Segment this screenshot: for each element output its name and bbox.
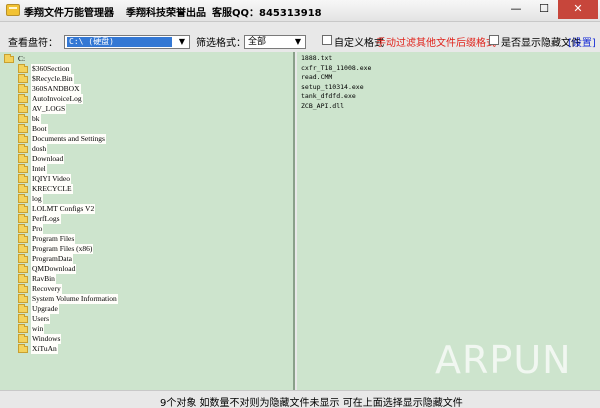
drive-select-value: C:\ (硬盘) [67, 37, 172, 47]
folder-icon [18, 314, 28, 323]
maximize-button[interactable]: ☐ [530, 0, 558, 19]
file-list: 1888.txt cxfr_T18_11008.exe read.CMM set… [301, 54, 371, 111]
tree-item-label: 360SANDBOX [31, 84, 81, 94]
watermark-logo: ARPUN [435, 338, 572, 382]
folder-icon [18, 194, 28, 203]
minimize-button[interactable]: — [502, 0, 530, 19]
folder-icon [18, 294, 28, 303]
tree-item-label: bk [31, 114, 41, 124]
folder-icon [18, 344, 28, 353]
tree-item-label: ProgramData [31, 254, 73, 264]
folder-icon [18, 164, 28, 173]
tree-item-label: Recovery [31, 284, 62, 294]
custom-format-checkbox[interactable] [322, 35, 332, 45]
toolbar: 查看盘符： C:\ (硬盘) ▼ 筛选格式： 全部 ▼ 自定义格式 手动过滤其他… [0, 22, 600, 52]
folder-icon [18, 114, 28, 123]
folder-icon [18, 274, 28, 283]
settings-link[interactable]: [设置] [568, 34, 596, 49]
tree-item-label: win [31, 324, 45, 334]
file-item[interactable]: cxfr_T18_11008.exe [301, 64, 371, 74]
tree-item-label: Program Files [31, 234, 76, 244]
tree-item-label: AV_LOGS [31, 104, 67, 114]
folder-icon [18, 134, 28, 143]
folder-icon [18, 204, 28, 213]
folder-icon [18, 284, 28, 293]
file-list-panel[interactable]: 1888.txt cxfr_T18_11008.exe read.CMM set… [297, 52, 600, 390]
tree-item-label: AutoInvoiceLog [31, 94, 83, 104]
tree-root-label: C: [18, 54, 26, 63]
file-item[interactable]: tank_dfdfd.exe [301, 92, 371, 102]
folder-icon [18, 174, 28, 183]
folder-icon [18, 224, 28, 233]
status-text: 9个对象 如数量不对则为隐藏文件未显示 可在上面选择显示隐藏文件 [160, 398, 463, 408]
folder-icon [18, 244, 28, 253]
folder-icon [18, 154, 28, 163]
window-title: 季翔文件万能管理器 [24, 8, 114, 19]
filter-select[interactable]: 全部 ▼ [244, 35, 306, 49]
tree-item-label: Documents and Settings [31, 134, 106, 144]
folder-icon [4, 54, 14, 63]
folder-icon [18, 334, 28, 343]
drive-select[interactable]: C:\ (硬盘) ▼ [64, 35, 190, 49]
file-item[interactable]: read.CMM [301, 73, 371, 83]
folder-icon [18, 234, 28, 243]
folder-icon [18, 144, 28, 153]
tree-item-label: Upgrade [31, 304, 59, 314]
show-hidden-checkbox[interactable] [489, 35, 499, 45]
tree-item-label: KRECYCLE [31, 184, 73, 194]
tree-item-label: XiTuAn [31, 344, 58, 354]
folder-icon [18, 214, 28, 223]
close-button[interactable]: ✕ [558, 0, 598, 19]
filter-select-value: 全部 [248, 37, 267, 47]
tree-item-label: Windows [31, 334, 62, 344]
tree-item-label: LOLMT Configs V2 [31, 204, 96, 214]
tree-item-label: System Volume Information [31, 294, 118, 304]
file-item[interactable]: ZCB_API.dll [301, 102, 371, 112]
tree-item-label: $360Section [31, 64, 71, 74]
tree-item-label: Download [31, 154, 65, 164]
chevron-down-icon: ▼ [178, 37, 186, 46]
folder-icon [18, 74, 28, 83]
tree-item-label: Intel [31, 164, 47, 174]
folder-icon [18, 124, 28, 133]
chevron-down-icon: ▼ [294, 37, 302, 46]
status-bar: 9个对象 如数量不对则为隐藏文件未显示 可在上面选择显示隐藏文件 [0, 390, 600, 408]
folder-icon [18, 94, 28, 103]
file-item[interactable]: 1888.txt [301, 54, 371, 64]
file-item[interactable]: setup_t10314.exe [301, 83, 371, 93]
drive-label: 查看盘符： [8, 38, 58, 49]
tree-item-label: Program Files (x86) [31, 244, 94, 254]
tree-item-label: IQIYI Video [31, 174, 71, 184]
folder-icon [18, 264, 28, 273]
tree-item-label: PerfLogs [31, 214, 61, 224]
app-icon [6, 4, 20, 16]
tree-item-label: Users [31, 314, 51, 324]
filter-hint-text: 手动过滤其他文件后缀格式 [376, 38, 496, 49]
tree-item-label: RavBin [31, 274, 56, 284]
tree-item-label: log [31, 194, 43, 204]
brand-text: 季翔科技荣誉出品 [126, 8, 206, 19]
tree-item-label: $Recycle.Bin [31, 74, 74, 84]
filter-label: 筛选格式： [196, 38, 246, 49]
folder-icon [18, 324, 28, 333]
folder-icon [18, 304, 28, 313]
tree-item-label: QMDownload [31, 264, 77, 274]
title-bar: 季翔文件万能管理器 季翔科技荣誉出品 客服QQ：845313918 — ☐ ✕ [0, 0, 600, 22]
tree-item-label: Pro [31, 224, 44, 234]
folder-icon [18, 104, 28, 113]
tree-item-label: Boot [31, 124, 48, 134]
tree-item-label: dosh [31, 144, 48, 154]
folder-icon [18, 64, 28, 73]
folder-icon [18, 254, 28, 263]
folder-icon [18, 184, 28, 193]
folder-icon [18, 84, 28, 93]
service-qq-text: 客服QQ：845313918 [212, 8, 322, 19]
folder-tree-panel[interactable]: C: $360Section $Recycle.Bin 360SANDBOX A… [0, 52, 295, 390]
